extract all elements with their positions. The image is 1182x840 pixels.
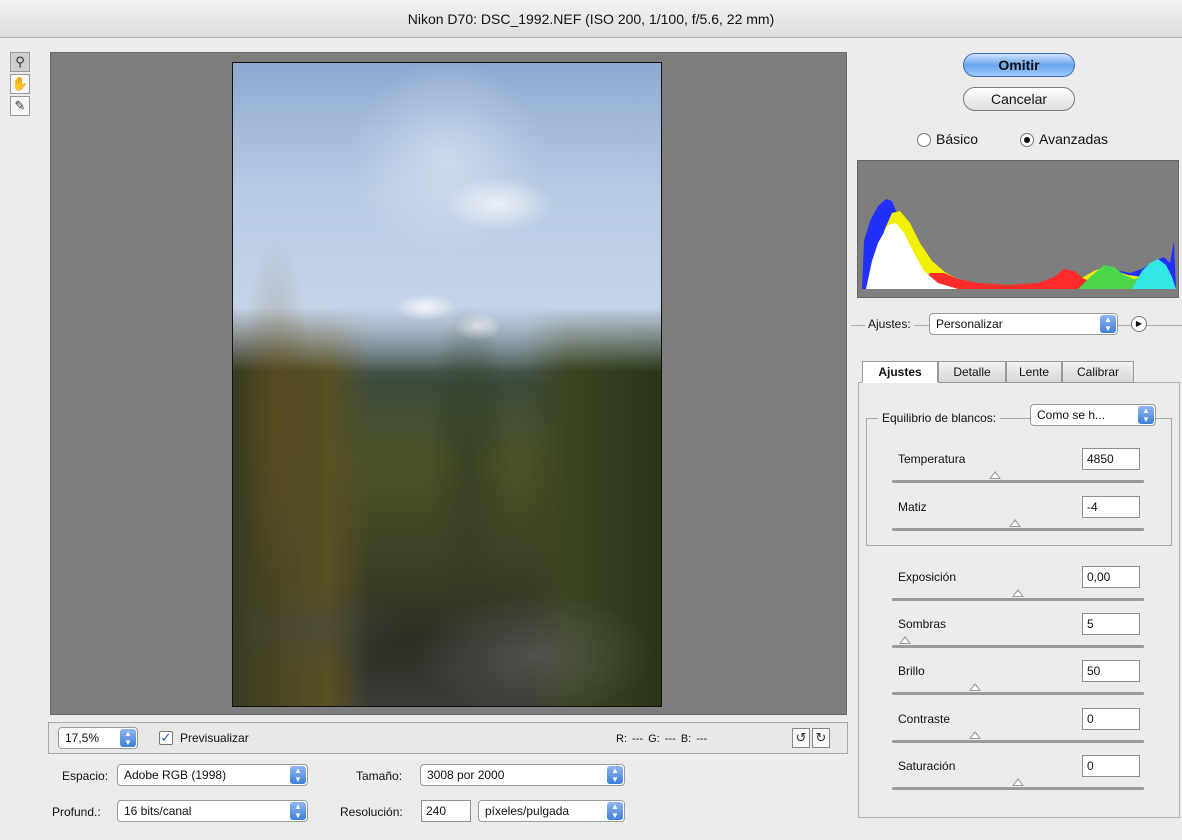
- white-balance-select[interactable]: Como se h... ▲ ▼: [1030, 404, 1156, 426]
- depth-value: 16 bits/canal: [124, 804, 192, 818]
- updown-arrow-icon: ▲ ▼: [290, 802, 306, 820]
- settings-menu-button[interactable]: ▶: [1131, 316, 1147, 332]
- basic-radio[interactable]: [917, 133, 931, 147]
- rotate-left-icon: ↺: [795, 730, 807, 745]
- tab-ajustes[interactable]: Ajustes: [862, 361, 938, 383]
- tab-detalle[interactable]: Detalle: [938, 361, 1006, 383]
- depth-label: Profund.:: [52, 805, 101, 819]
- slider-label-1: Matiz: [898, 500, 927, 514]
- slider-track-6[interactable]: [892, 787, 1144, 790]
- rgb-readout: R: --- G: --- B: ---: [616, 733, 708, 745]
- tab-calibrar[interactable]: Calibrar: [1062, 361, 1134, 383]
- slider-value-input-0[interactable]: 4850: [1082, 448, 1140, 470]
- resolution-unit-select[interactable]: píxeles/pulgada ▲ ▼: [478, 800, 625, 822]
- settings-select[interactable]: Personalizar ▲ ▼: [929, 313, 1118, 335]
- slider-value-input-2[interactable]: 0,00: [1082, 566, 1140, 588]
- cancel-button[interactable]: Cancelar: [963, 87, 1075, 111]
- slider-value-input-3[interactable]: 5: [1082, 613, 1140, 635]
- slider-label-2: Exposición: [898, 570, 957, 584]
- histogram: [857, 160, 1179, 298]
- updown-arrow-icon: ▲ ▼: [607, 802, 623, 820]
- slider-track-4[interactable]: [892, 692, 1144, 695]
- space-label: Espacio:: [62, 769, 109, 783]
- space-select[interactable]: Adobe RGB (1998) ▲ ▼: [117, 764, 308, 786]
- slider-track-1[interactable]: [892, 528, 1144, 531]
- slider-label-0: Temperatura: [898, 452, 966, 466]
- depth-select[interactable]: 16 bits/canal ▲ ▼: [117, 800, 308, 822]
- white-balance-value: Como se h...: [1037, 408, 1106, 422]
- slider-track-2[interactable]: [892, 598, 1144, 601]
- size-select[interactable]: 3008 por 2000 ▲ ▼: [420, 764, 625, 786]
- hand-tool-button[interactable]: ✋: [10, 74, 30, 94]
- preview-checkbox[interactable]: ✓: [159, 731, 173, 745]
- slider-value-input-4[interactable]: 50: [1082, 660, 1140, 682]
- slider-track-3[interactable]: [892, 645, 1144, 648]
- updown-arrow-icon: ▲ ▼: [1138, 406, 1154, 424]
- rotate-left-button[interactable]: ↺: [792, 728, 810, 748]
- slider-thumb-1[interactable]: [1009, 519, 1022, 527]
- slider-label-4: Brillo: [898, 664, 925, 678]
- window-title: Nikon D70: DSC_1992.NEF (ISO 200, 1/100,…: [0, 0, 1182, 38]
- zoom-tool-button[interactable]: ⚲: [10, 52, 30, 72]
- play-right-icon: ▶: [1135, 319, 1143, 328]
- slider-thumb-6[interactable]: [1012, 778, 1024, 786]
- advanced-radio[interactable]: [1020, 133, 1034, 147]
- slider-value-input-1[interactable]: -4: [1082, 496, 1140, 518]
- slider-thumb-5[interactable]: [969, 731, 982, 739]
- slider-track-0[interactable]: [892, 480, 1144, 483]
- tab-lente[interactable]: Lente: [1006, 361, 1062, 383]
- advanced-label: Avanzadas: [1039, 131, 1109, 147]
- rotate-right-button[interactable]: ↻: [812, 728, 830, 748]
- slider-thumb-0[interactable]: [989, 471, 1002, 479]
- eyedropper-icon: ✎: [14, 98, 26, 113]
- slider-label-3: Sombras: [898, 617, 947, 631]
- resolution-label: Resolución:: [340, 805, 403, 819]
- slider-thumb-3[interactable]: [898, 636, 911, 644]
- slider-value-input-5[interactable]: 0: [1082, 708, 1140, 730]
- slider-thumb-2[interactable]: [1012, 589, 1024, 597]
- updown-arrow-icon: ▲ ▼: [1100, 315, 1116, 333]
- slider-value-input-6[interactable]: 0: [1082, 755, 1140, 777]
- hand-icon: ✋: [11, 76, 29, 91]
- space-value: Adobe RGB (1998): [124, 768, 227, 782]
- histogram-graph: [862, 199, 1176, 289]
- size-value: 3008 por 2000: [427, 768, 505, 782]
- updown-arrow-icon: ▲ ▼: [120, 729, 136, 747]
- zoom-select[interactable]: 17,5% ▲ ▼: [58, 727, 138, 749]
- omit-button[interactable]: Omitir: [963, 53, 1075, 77]
- eyedropper-tool-button[interactable]: ✎: [10, 96, 30, 116]
- updown-arrow-icon: ▲ ▼: [290, 766, 306, 784]
- resolution-unit-value: píxeles/pulgada: [485, 804, 570, 818]
- slider-track-5[interactable]: [892, 740, 1144, 743]
- basic-label: Básico: [936, 131, 979, 147]
- slider-thumb-4[interactable]: [969, 683, 982, 691]
- photo-preview[interactable]: [232, 62, 662, 707]
- settings-value: Personalizar: [936, 317, 1003, 331]
- updown-arrow-icon: ▲ ▼: [607, 766, 623, 784]
- slider-label-6: Saturación: [898, 759, 956, 773]
- slider-label-5: Contraste: [898, 712, 951, 726]
- preview-label: Previsualizar: [180, 731, 249, 745]
- settings-label: Ajustes:: [865, 317, 914, 331]
- rotate-right-icon: ↻: [815, 730, 827, 745]
- zoom-value: 17,5%: [65, 731, 100, 745]
- resolution-input[interactable]: 240: [421, 800, 471, 822]
- size-label: Tamaño:: [356, 769, 403, 783]
- magnifier-icon: ⚲: [15, 54, 25, 69]
- white-balance-label: Equilibrio de blancos:: [878, 411, 1001, 425]
